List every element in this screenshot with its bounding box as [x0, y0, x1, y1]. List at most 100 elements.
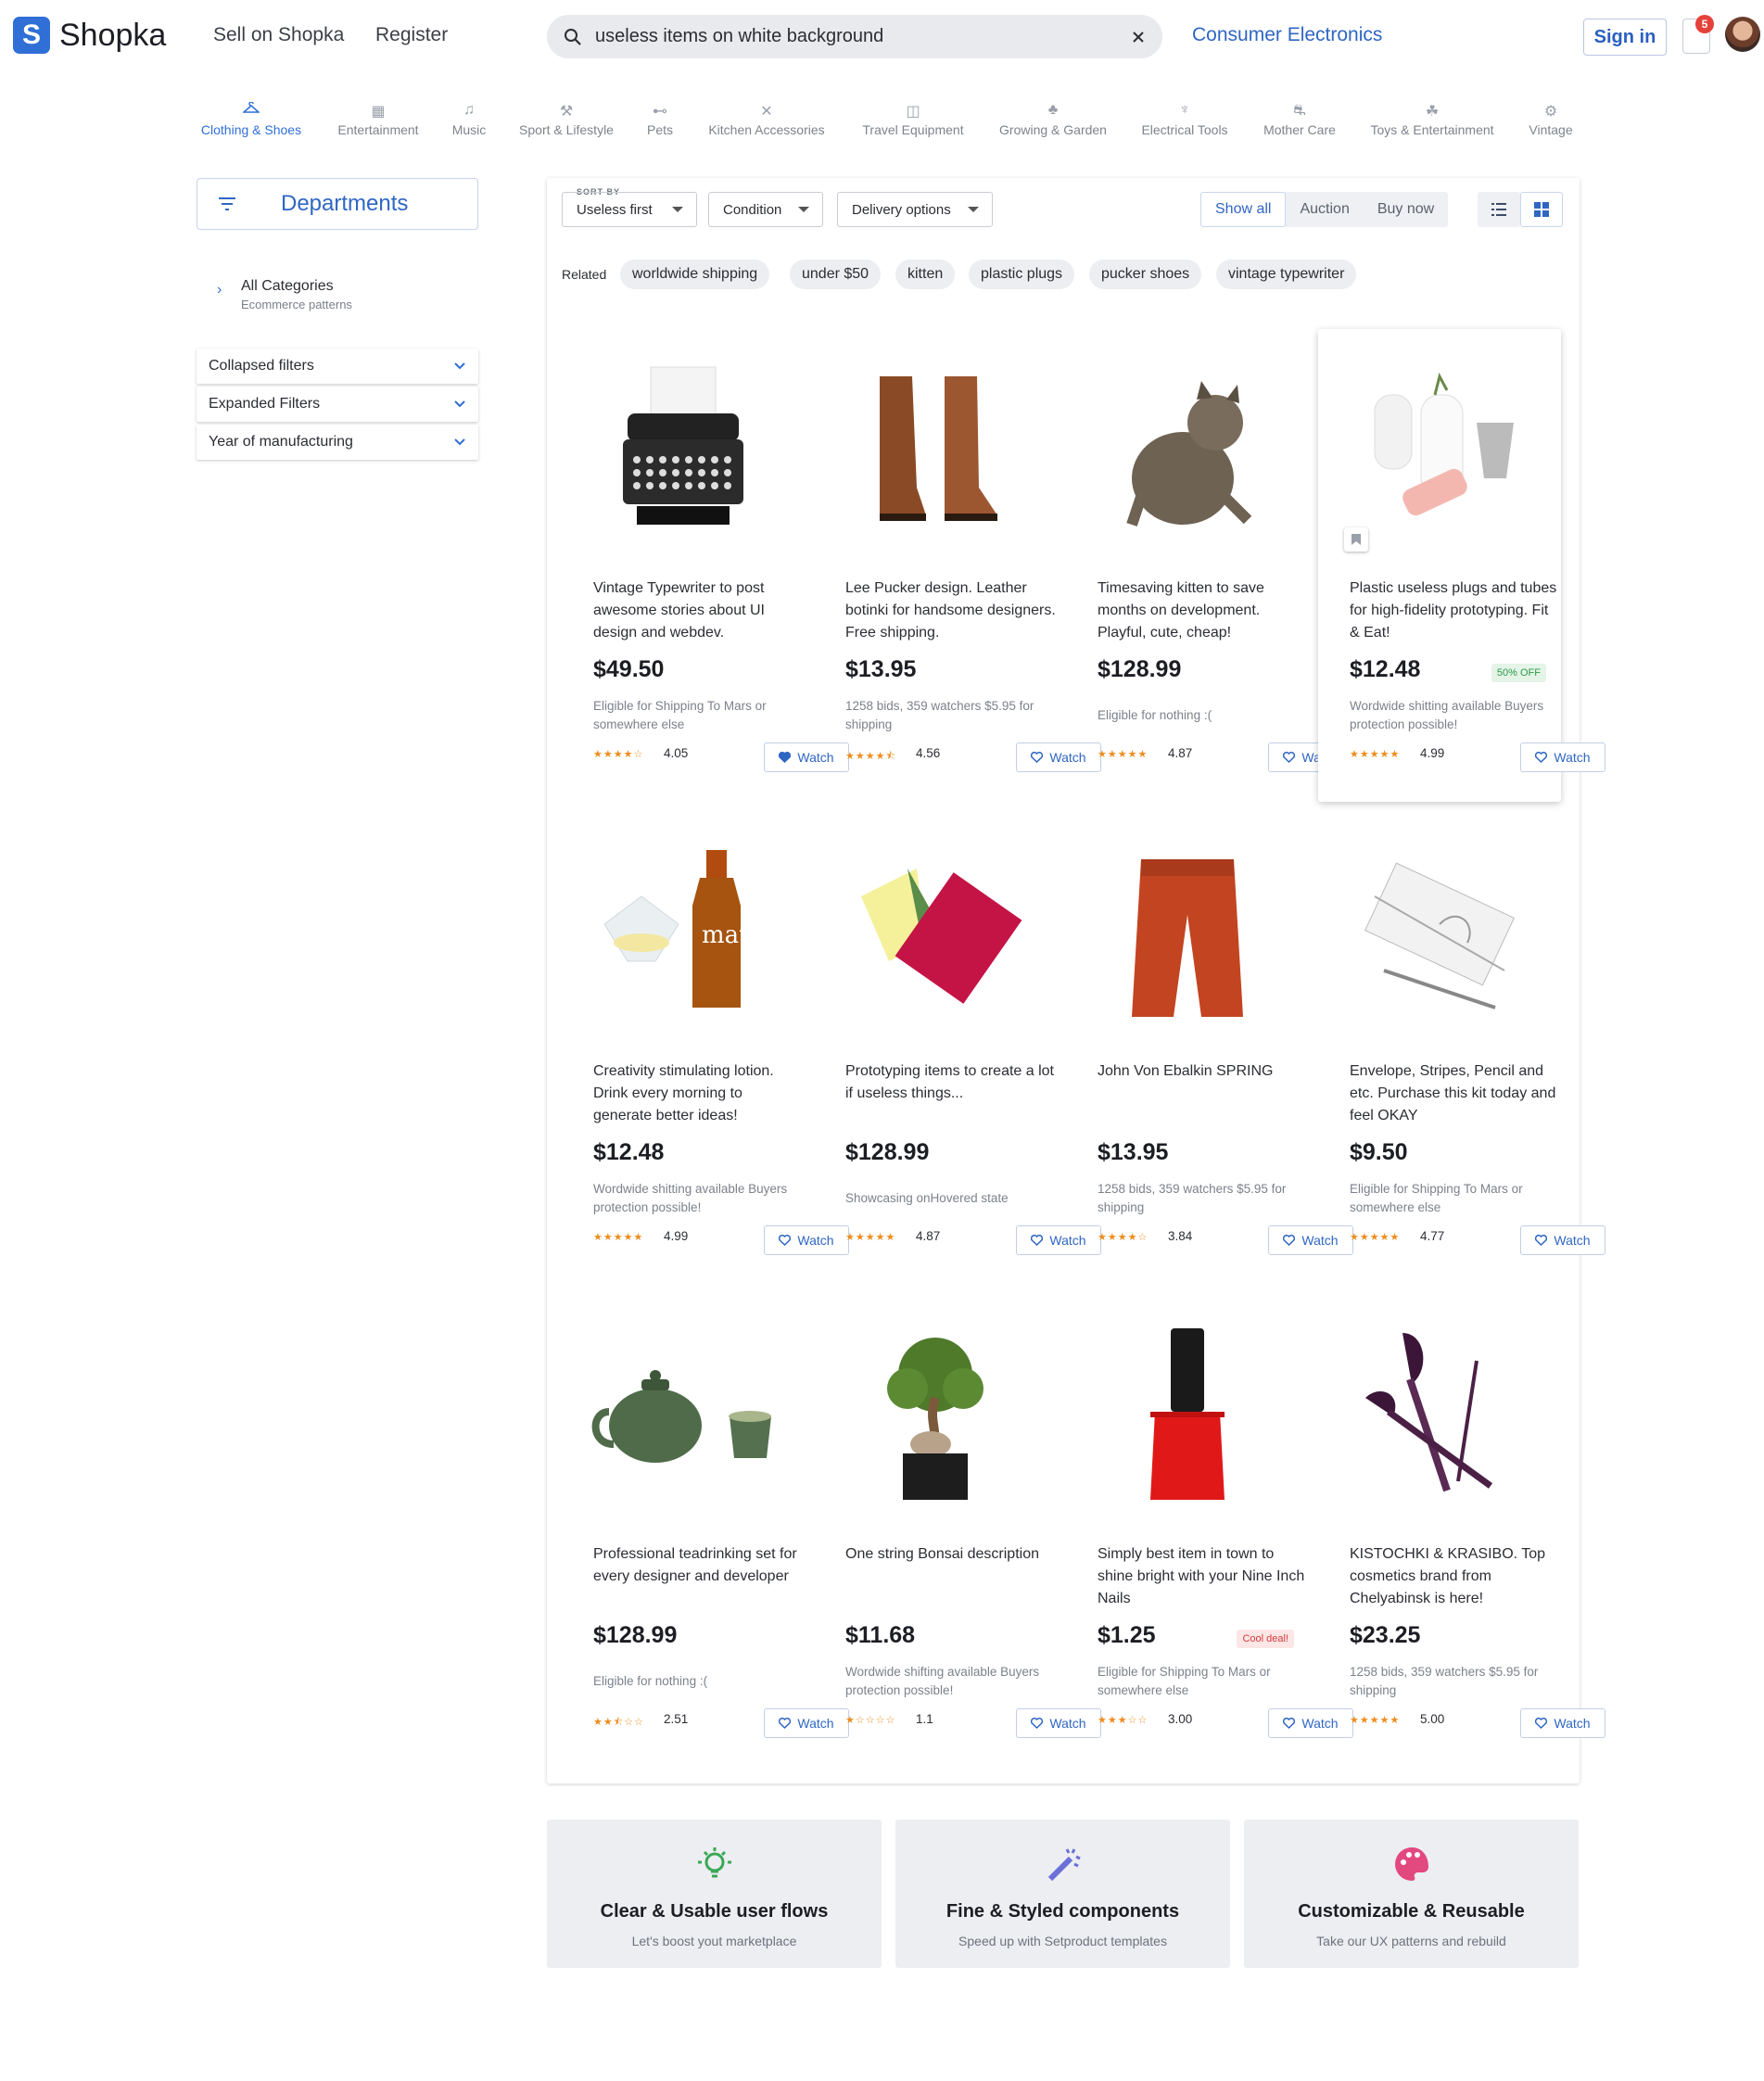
product-price: $13.95: [1098, 1139, 1169, 1165]
condition-select[interactable]: Condition: [708, 192, 823, 227]
search-bar[interactable]: useless items on white background: [547, 15, 1162, 58]
product-image[interactable]: [1085, 348, 1290, 553]
shipping-text: 1258 bids, 359 watchers $5.95 for shippi…: [1098, 1182, 1287, 1214]
related-chip[interactable]: vintage typewriter: [1216, 260, 1357, 289]
category-entertainment[interactable]: ▦ Entertainment: [330, 102, 426, 137]
shipping-text: Eligible for nothing :(: [593, 1674, 708, 1688]
product-image[interactable]: mate: [580, 831, 786, 1036]
watch-label: Watch: [1554, 1716, 1591, 1731]
filter-year[interactable]: Year of manufacturing: [197, 425, 478, 460]
related-chip[interactable]: under $50: [790, 260, 882, 289]
filter-collapsed[interactable]: Collapsed filters: [197, 349, 478, 384]
category-clothing[interactable]: Clothing & Shoes: [197, 101, 306, 137]
category-label: Sport & Lifestyle: [519, 122, 614, 137]
product-image[interactable]: [832, 348, 1038, 553]
all-categories-link[interactable]: › All Categories Ecommerce patterns: [217, 278, 352, 311]
product-image[interactable]: [580, 348, 786, 553]
category-link[interactable]: Consumer Electronics: [1192, 24, 1382, 46]
product-description[interactable]: Lee Pucker design. Leather botinki for h…: [845, 577, 1057, 644]
filter-expanded[interactable]: Expanded Filters: [197, 387, 478, 422]
product-image[interactable]: [832, 831, 1038, 1036]
sort-select[interactable]: Useless first: [562, 192, 697, 227]
bookmark-icon[interactable]: [1344, 527, 1368, 552]
product-description[interactable]: Simply best item in town to shine bright…: [1098, 1543, 1309, 1610]
product-description[interactable]: One string Bonsai description: [845, 1543, 1057, 1566]
category-music[interactable]: ♫ Music: [445, 102, 493, 137]
product-description[interactable]: Envelope, Stripes, Pencil and etc. Purch…: [1350, 1060, 1561, 1127]
product-card[interactable]: Professional teadrinking set for every d…: [562, 1295, 849, 1768]
toy-icon: ☘: [1425, 104, 1440, 120]
rating-value: 4.56: [916, 746, 941, 760]
product-card[interactable]: Simply best item in town to shine bright…: [1066, 1295, 1353, 1768]
plant-icon: ♣: [1047, 102, 1059, 118]
product-image[interactable]: [1085, 1313, 1290, 1519]
watch-button[interactable]: Watch: [1520, 742, 1605, 772]
category-label: Entertainment: [337, 122, 419, 137]
category-electrical[interactable]: ♆ Electrical Tools: [1133, 102, 1237, 137]
product-description[interactable]: KISTOCHKI & KRASIBO. Top cosmetics brand…: [1350, 1543, 1561, 1610]
product-description[interactable]: Timesaving kitten to save months on deve…: [1098, 577, 1309, 644]
shipping-text: Eligible for Shipping To Mars or somewhe…: [1350, 1182, 1523, 1214]
product-image[interactable]: [1085, 831, 1290, 1036]
product-image[interactable]: [832, 1313, 1038, 1519]
product-card[interactable]: mate Creativity stimulating lotion. Drink…: [562, 812, 849, 1285]
category-label: Mother Care: [1263, 122, 1336, 137]
category-travel[interactable]: ◫ Travel Equipment: [853, 102, 973, 137]
grid-view-button[interactable]: [1520, 192, 1563, 227]
list-view-button[interactable]: [1478, 192, 1520, 227]
product-image[interactable]: [1337, 1313, 1542, 1519]
product-card[interactable]: Lee Pucker design. Leather botinki for h…: [814, 329, 1101, 802]
tab-show-all[interactable]: Show all: [1200, 192, 1287, 227]
product-card[interactable]: Prototyping items to create a lot if use…: [814, 812, 1101, 1285]
product-image[interactable]: [1337, 348, 1542, 553]
related-chip[interactable]: pucker shoes: [1089, 260, 1202, 289]
shipping-info: Eligible for nothing :(: [1098, 697, 1313, 734]
category-vintage[interactable]: ⚙ Vintage: [1522, 102, 1580, 137]
category-sport[interactable]: ⚒ Sport & Lifestyle: [512, 102, 621, 137]
heart-icon: [779, 1235, 792, 1246]
product-description[interactable]: Vintage Typewriter to post awesome stori…: [593, 577, 805, 644]
category-kitchen[interactable]: ✕ Kitchen Accessories: [699, 102, 834, 137]
product-card[interactable]: Vintage Typewriter to post awesome stori…: [562, 329, 849, 802]
product-card[interactable]: Plastic useless plugs and tubes for high…: [1318, 329, 1605, 802]
search-input[interactable]: useless items on white background: [595, 26, 1131, 47]
product-card[interactable]: One string Bonsai description $11.68 Wordw…: [814, 1295, 1101, 1768]
category-garden[interactable]: ♣ Growing & Garden: [990, 102, 1116, 137]
film-icon: ▦: [371, 104, 386, 120]
related-chip[interactable]: worldwide shipping: [620, 260, 770, 289]
register-link[interactable]: Register: [375, 24, 448, 46]
sign-in-button[interactable]: Sign in: [1583, 19, 1667, 56]
palette-icon: [1244, 1844, 1579, 1884]
product-card[interactable]: KISTOCHKI & KRASIBO. Top cosmetics brand…: [1318, 1295, 1605, 1768]
chevron-down-icon: [454, 400, 465, 408]
logo[interactable]: S Shopka: [13, 17, 166, 54]
category-pets[interactable]: ⊷ Pets: [638, 102, 682, 137]
product-description[interactable]: Plastic useless plugs and tubes for high…: [1350, 577, 1561, 644]
tab-auction[interactable]: Auction: [1286, 192, 1363, 227]
product-description[interactable]: John Von Ebalkin SPRING: [1098, 1060, 1309, 1083]
category-label: Vintage: [1529, 122, 1573, 137]
category-mother-care[interactable]: ⛐ Mother Care: [1255, 102, 1344, 137]
product-description[interactable]: Prototyping items to create a lot if use…: [845, 1060, 1057, 1105]
departments-button[interactable]: Departments: [197, 178, 478, 230]
feature-title: Clear & Usable user flows: [600, 1901, 829, 1922]
clear-search-icon[interactable]: [1131, 30, 1146, 44]
product-description[interactable]: Creativity stimulating lotion. Drink eve…: [593, 1060, 805, 1127]
product-card[interactable]: Envelope, Stripes, Pencil and etc. Purch…: [1318, 812, 1605, 1285]
watch-button[interactable]: Watch: [1520, 1225, 1605, 1255]
tab-buy-now[interactable]: Buy now: [1364, 192, 1448, 227]
related-chip[interactable]: plastic plugs: [969, 260, 1075, 289]
avatar[interactable]: [1725, 17, 1760, 52]
category-toys[interactable]: ☘ Toys & Entertainment: [1361, 102, 1504, 137]
related-chip[interactable]: kitten: [895, 260, 956, 289]
sell-link[interactable]: Sell on Shopka: [213, 24, 344, 46]
product-description[interactable]: Professional teadrinking set for every d…: [593, 1543, 805, 1588]
product-price: $128.99: [845, 1139, 930, 1165]
star-rating: ★★★★★: [593, 1232, 644, 1243]
delivery-select[interactable]: Delivery options: [837, 192, 993, 227]
product-image[interactable]: [580, 1313, 786, 1519]
watch-button[interactable]: Watch: [1520, 1708, 1605, 1738]
product-card[interactable]: Timesaving kitten to save months on deve…: [1066, 329, 1353, 802]
product-image[interactable]: [1337, 831, 1542, 1036]
product-card[interactable]: John Von Ebalkin SPRING $13.95 1258 bids, …: [1066, 812, 1353, 1285]
